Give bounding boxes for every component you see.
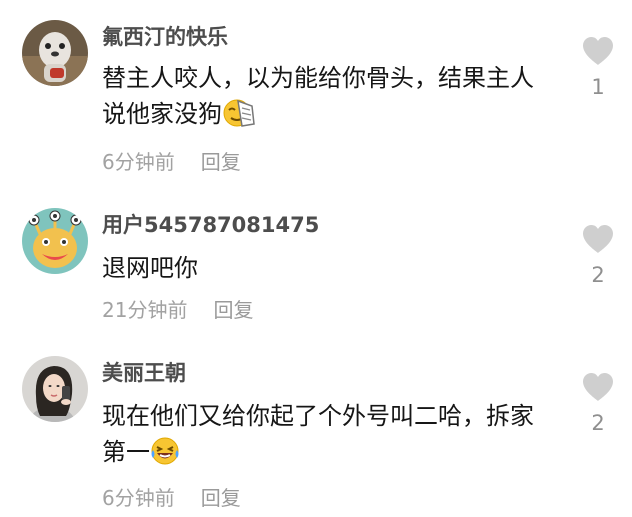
avatar[interactable] <box>22 356 88 422</box>
like-count: 1 <box>591 75 605 99</box>
comment-text: 现在他们又给你起了个外号叫二哈，拆家第一 <box>102 398 542 476</box>
heart-icon[interactable] <box>581 225 615 258</box>
like-button[interactable]: 2 <box>576 372 620 436</box>
timestamp: 6分钟前 <box>102 150 175 174</box>
username[interactable]: 用户545787081475 <box>102 212 319 238</box>
heart-icon[interactable] <box>581 373 615 406</box>
comment-meta: 21分钟前 回复 <box>102 298 253 322</box>
facepalm-emoji-icon <box>222 98 256 138</box>
comment-text: 退网吧你 <box>102 254 198 282</box>
heart-icon[interactable] <box>581 37 615 70</box>
laughing-crying-emoji-icon <box>150 436 180 476</box>
comment-meta: 6分钟前 回复 <box>102 150 241 174</box>
comment-text-body: 替主人咬人，以为能给你骨头，结果主人说他家没狗 <box>102 64 534 128</box>
comment-text: 替主人咬人，以为能给你骨头，结果主人说他家没狗 <box>102 60 542 138</box>
timestamp: 21分钟前 <box>102 298 188 322</box>
timestamp: 6分钟前 <box>102 486 175 510</box>
like-count: 2 <box>591 263 605 287</box>
reply-button[interactable]: 回复 <box>201 150 241 174</box>
like-count: 2 <box>591 411 605 435</box>
username[interactable]: 美丽王朝 <box>102 360 186 386</box>
reply-button[interactable]: 回复 <box>213 298 253 322</box>
username[interactable]: 氟西汀的快乐 <box>102 24 228 50</box>
avatar[interactable] <box>22 208 88 274</box>
comment-meta: 6分钟前 回复 <box>102 486 241 510</box>
avatar[interactable] <box>22 20 88 86</box>
reply-button[interactable]: 回复 <box>201 486 241 510</box>
like-button[interactable]: 1 <box>576 36 620 100</box>
like-button[interactable]: 2 <box>576 224 620 288</box>
